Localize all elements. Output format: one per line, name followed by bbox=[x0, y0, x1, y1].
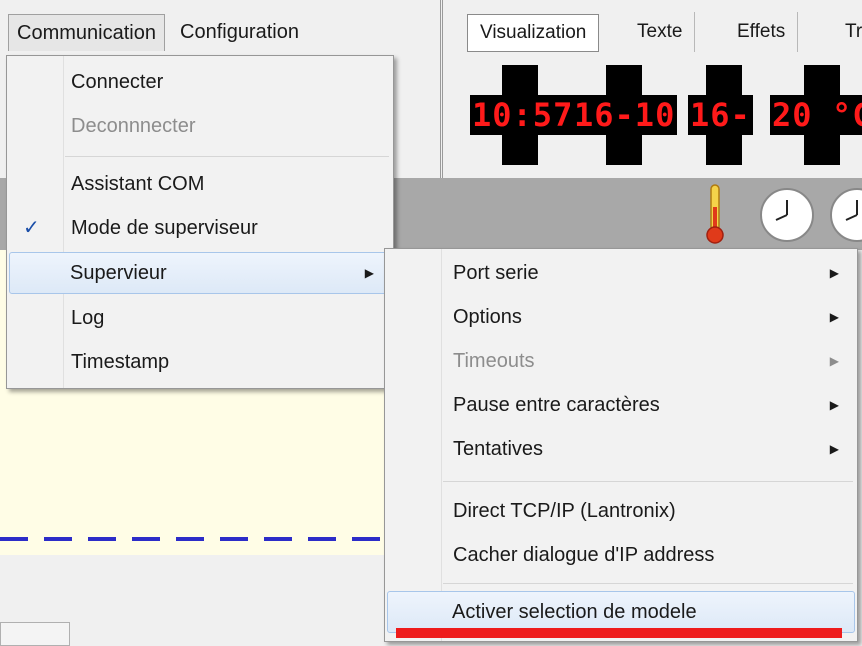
checkmark-icon: ✓ bbox=[23, 217, 40, 239]
menu-item-tentatives[interactable]: Tentatives ▶ bbox=[387, 429, 855, 469]
clock-icon[interactable] bbox=[760, 188, 814, 242]
menu-separator bbox=[65, 156, 389, 157]
menu-item-supervieur[interactable]: Supervieur ▶ bbox=[9, 252, 391, 294]
menu-item-label: Tentatives bbox=[453, 438, 544, 460]
submenu-arrow-icon: ▶ bbox=[829, 310, 839, 324]
tab-texte[interactable]: Texte bbox=[625, 12, 696, 52]
bottom-tab[interactable] bbox=[0, 622, 70, 646]
menu-item-label: Timeouts bbox=[453, 350, 535, 372]
menu-item-label: Direct TCP/IP (Lantronix) bbox=[453, 500, 676, 522]
menu-item-label: Timestamp bbox=[71, 351, 170, 373]
menu-separator bbox=[443, 583, 853, 584]
submenu-arrow-icon: ▶ bbox=[829, 266, 839, 280]
menu-item-assistant-com[interactable]: Assistant COM bbox=[9, 164, 391, 204]
menu-item-label: Mode de superviseur bbox=[71, 217, 258, 239]
dashed-line bbox=[0, 537, 388, 541]
menu-item-deconnecter: Deconnnecter bbox=[9, 106, 391, 146]
clock-hands bbox=[845, 200, 858, 221]
menu-item-options[interactable]: Options ▶ bbox=[387, 297, 855, 337]
menu-item-port-serie[interactable]: Port serie ▶ bbox=[387, 253, 855, 293]
menu-configuration[interactable]: Configuration bbox=[172, 14, 307, 50]
led-temperature: 20 bbox=[770, 95, 815, 135]
menu-item-connecter[interactable]: Connecter bbox=[9, 62, 391, 102]
clock-icon[interactable] bbox=[830, 188, 862, 242]
menu-item-label: Assistant COM bbox=[71, 173, 205, 195]
menu-item-timestamp[interactable]: Timestamp bbox=[9, 342, 391, 382]
led-unit: °C bbox=[830, 95, 862, 135]
annotation-underline bbox=[396, 628, 842, 638]
clock-hands bbox=[775, 200, 788, 221]
menu-item-log[interactable]: Log bbox=[9, 298, 391, 338]
led-time: 10:57 bbox=[470, 95, 576, 135]
submenu-arrow-icon: ▶ bbox=[829, 354, 839, 368]
tab-effets[interactable]: Effets bbox=[725, 12, 799, 52]
supervieur-submenu: Port serie ▶ Options ▶ Timeouts ▶ Pause … bbox=[384, 248, 858, 642]
menu-item-label: Activer selection de modele bbox=[452, 601, 697, 623]
menu-communication[interactable]: Communication bbox=[8, 14, 165, 51]
menu-item-label: Cacher dialogue d'IP address bbox=[453, 544, 715, 566]
menu-separator bbox=[443, 481, 853, 482]
submenu-arrow-icon: ▶ bbox=[829, 398, 839, 412]
menu-item-label: Deconnnecter bbox=[71, 115, 196, 137]
menu-item-label: Pause entre caractères bbox=[453, 394, 660, 416]
led-date-partial: 16- bbox=[688, 95, 753, 135]
menu-item-pause-caracteres[interactable]: Pause entre caractères ▶ bbox=[387, 385, 855, 425]
menu-item-label: Supervieur bbox=[70, 262, 167, 284]
menu-item-label: Connecter bbox=[71, 71, 164, 93]
tab-truncated[interactable]: Tr bbox=[833, 12, 862, 52]
submenu-arrow-icon: ▶ bbox=[364, 266, 374, 280]
tab-visualization[interactable]: Visualization bbox=[467, 14, 600, 52]
menu-item-cacher-ip[interactable]: Cacher dialogue d'IP address bbox=[387, 535, 855, 575]
menu-item-label: Port serie bbox=[453, 262, 539, 284]
led-display: 10:57 16-10 16- 20 °C bbox=[470, 65, 862, 165]
menu-item-direct-tcpip[interactable]: Direct TCP/IP (Lantronix) bbox=[387, 491, 855, 531]
communication-menu: Connecter Deconnnecter Assistant COM ✓ M… bbox=[6, 55, 394, 389]
menu-item-activer-selection-modele[interactable]: Activer selection de modele bbox=[387, 591, 855, 633]
menu-item-label: Options bbox=[453, 306, 522, 328]
menu-item-timeouts: Timeouts ▶ bbox=[387, 341, 855, 381]
menu-item-label: Log bbox=[71, 307, 105, 329]
submenu-arrow-icon: ▶ bbox=[829, 442, 839, 456]
thermometer-icon[interactable] bbox=[706, 183, 724, 245]
menu-item-mode-superviseur[interactable]: ✓ Mode de superviseur bbox=[9, 208, 391, 248]
menubar: Communication Configuration bbox=[0, 0, 441, 55]
led-date: 16-10 bbox=[572, 95, 678, 135]
